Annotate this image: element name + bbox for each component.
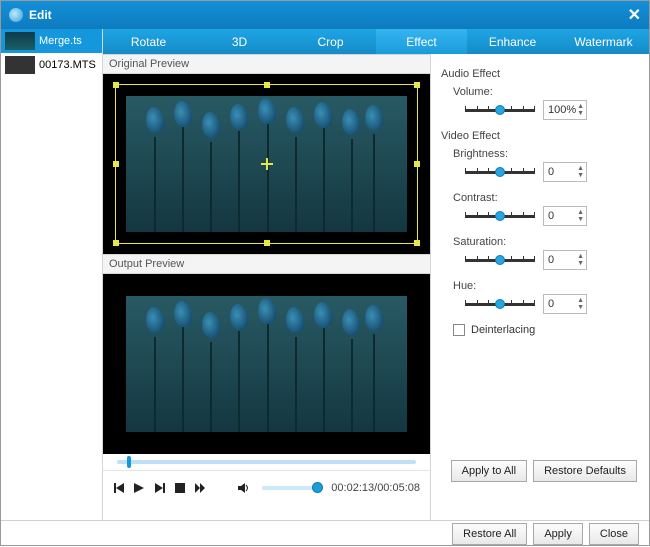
saturation-value-input[interactable]: 0▲▼ — [543, 250, 587, 270]
original-preview-label: Original Preview — [103, 54, 430, 74]
stepper-icon[interactable]: ▲▼ — [577, 209, 584, 223]
sidebar-item-0[interactable]: Merge.ts — [1, 29, 102, 53]
stop-button[interactable] — [174, 481, 186, 495]
tab-rotate[interactable]: Rotate — [103, 29, 194, 54]
tab-watermark[interactable]: Watermark — [558, 29, 649, 54]
time-display: 00:02:13/00:05:08 — [331, 482, 420, 494]
saturation-slider[interactable] — [465, 253, 535, 267]
tab-enhance[interactable]: Enhance — [467, 29, 558, 54]
volume-icon[interactable] — [238, 481, 250, 495]
brightness-value-input[interactable]: 0▲▼ — [543, 162, 587, 182]
volume-value-input[interactable]: 100% ▲▼ — [543, 100, 587, 120]
brightness-label: Brightness: — [441, 148, 503, 160]
contrast-label: Contrast: — [441, 192, 503, 204]
video-effect-heading: Video Effect — [441, 130, 639, 142]
prev-frame-button[interactable] — [113, 481, 125, 495]
next-frame-button[interactable] — [153, 481, 165, 495]
hue-slider[interactable] — [465, 297, 535, 311]
hue-value-input[interactable]: 0▲▼ — [543, 294, 587, 314]
effects-panel: Audio Effect Volume: 100% ▲▼ Video Effec — [431, 54, 649, 520]
output-preview — [103, 274, 430, 454]
sidebar-item-label: 00173.MTS — [39, 59, 96, 71]
window-title: Edit — [29, 8, 52, 22]
play-button[interactable] — [133, 481, 145, 495]
next-clip-button[interactable] — [194, 481, 206, 495]
volume-label: Volume: — [441, 86, 503, 98]
brightness-slider[interactable] — [465, 165, 535, 179]
apply-button[interactable]: Apply — [533, 523, 583, 545]
tab-bar: Rotate 3D Crop Effect Enhance Watermark — [103, 29, 649, 54]
crop-selection[interactable] — [115, 84, 418, 244]
deinterlacing-label: Deinterlacing — [471, 324, 535, 336]
hue-label: Hue: — [441, 280, 503, 292]
volume-slider[interactable] — [262, 486, 323, 490]
apply-to-all-button[interactable]: Apply to All — [451, 460, 527, 482]
volume-effect-slider[interactable] — [465, 103, 535, 117]
restore-defaults-button[interactable]: Restore Defaults — [533, 460, 637, 482]
dialog-footer: Restore All Apply Close — [1, 520, 649, 547]
contrast-value-input[interactable]: 0▲▼ — [543, 206, 587, 226]
saturation-label: Saturation: — [441, 236, 503, 248]
audio-effect-heading: Audio Effect — [441, 68, 639, 80]
sidebar-item-1[interactable]: 00173.MTS — [1, 53, 102, 77]
stepper-icon[interactable]: ▲▼ — [577, 253, 584, 267]
tab-3d[interactable]: 3D — [194, 29, 285, 54]
output-preview-label: Output Preview — [103, 254, 430, 274]
titlebar: Edit ✕ — [1, 1, 649, 29]
contrast-slider[interactable] — [465, 209, 535, 223]
timeline-slider[interactable] — [103, 454, 430, 470]
tab-effect[interactable]: Effect — [376, 29, 467, 54]
crosshair-icon — [261, 158, 273, 170]
file-sidebar: Merge.ts 00173.MTS — [1, 29, 103, 520]
tab-crop[interactable]: Crop — [285, 29, 376, 54]
sidebar-item-label: Merge.ts — [39, 35, 82, 47]
stepper-icon[interactable]: ▲▼ — [577, 165, 584, 179]
video-thumb-icon — [5, 56, 35, 74]
restore-all-button[interactable]: Restore All — [452, 523, 527, 545]
original-preview[interactable] — [103, 74, 430, 254]
app-logo — [9, 8, 23, 22]
close-icon[interactable]: ✕ — [628, 5, 641, 25]
stepper-icon[interactable]: ▲▼ — [577, 103, 584, 117]
close-button[interactable]: Close — [589, 523, 639, 545]
deinterlacing-checkbox[interactable] — [453, 324, 465, 336]
video-thumb-icon — [5, 32, 35, 50]
stepper-icon[interactable]: ▲▼ — [577, 297, 584, 311]
